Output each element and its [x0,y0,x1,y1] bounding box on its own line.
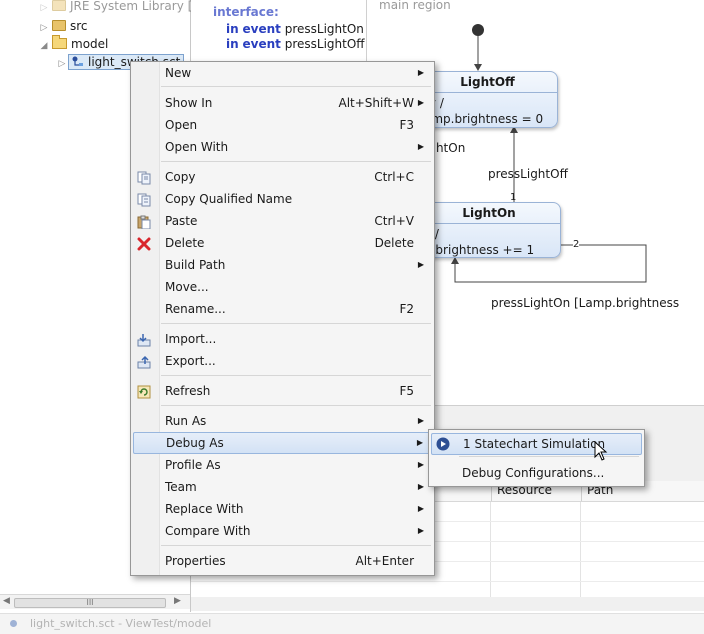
menu-item-team[interactable]: Team ▶ [131,476,434,498]
state-action: p.brightness += 1 [424,243,535,257]
menu-item-import[interactable]: Import... [131,328,434,350]
scroll-grip: III [86,598,94,607]
import-icon [137,332,151,347]
status-file-icon [10,620,17,627]
run-simulation-icon [436,437,450,451]
menu-item-build-path[interactable]: Build Path ▶ [131,254,434,276]
explorer-horizontal-scrollbar[interactable]: ◀ III ▶ [0,594,190,609]
submenu-arrow-icon: ▶ [417,260,424,269]
tree-item-model[interactable]: ◢ model [38,35,108,53]
menu-separator [161,323,431,324]
menu-item-export[interactable]: Export... [131,350,434,372]
event-line-1: in event pressLightOn [226,22,364,36]
menu-item-refresh[interactable]: Refresh F5 [131,380,434,402]
tree-item-label: src [70,19,88,33]
interface-keyword: interface: [213,5,279,19]
transition-priority-2: 2 [573,239,580,250]
menu-separator [161,161,431,162]
state-name: LightOn [462,206,516,220]
expand-arrow-icon[interactable]: ▷ [56,55,68,73]
tree-item-label: model [71,37,109,51]
export-icon [137,354,151,369]
paste-icon [137,214,151,230]
menu-item-run-as[interactable]: Run As ▶ [131,410,434,432]
menu-item-open-with[interactable]: Open With ▶ [131,136,434,158]
submenu-arrow-icon: ▶ [416,438,423,447]
submenu-arrow-icon: ▶ [417,416,424,425]
menu-item-profile-as[interactable]: Profile As ▶ [131,454,434,476]
state-lighton[interactable]: LightOn y / p.brightness += 1 [417,202,561,258]
scroll-thumb[interactable]: III [14,598,166,608]
transition-priority-1: 1 [510,192,517,203]
submenu-arrow-icon: ▶ [417,98,424,107]
debug-as-submenu: 1 Statechart Simulation Debug Configurat… [428,429,645,487]
state-name: LightOff [460,75,515,89]
submenu-arrow-icon: ▶ [417,504,424,513]
copy-qualified-icon [137,192,151,207]
keyword-in: in [226,37,239,51]
submenu-arrow-icon: ▶ [417,68,424,77]
package-folder-icon [52,20,66,31]
submenu-arrow-icon: ▶ [417,482,424,491]
submenu-label: 1 Statechart Simulation [463,437,606,451]
copy-icon [137,170,151,185]
submenu-arrow-icon: ▶ [417,526,424,535]
statechart-file-icon [72,54,84,66]
menu-item-debug-as[interactable]: Debug As ▶ [133,432,432,454]
menu-item-properties[interactable]: Properties Alt+Enter [131,550,434,572]
menu-separator [459,456,639,457]
menu-item-move[interactable]: Move... [131,276,434,298]
state-action: amp.brightness = 0 [424,112,544,126]
folder-open-icon [52,35,67,49]
tree-item-src[interactable]: ▷ src [38,17,88,35]
submenu-item-debug-configurations[interactable]: Debug Configurations... [429,462,644,484]
submenu-item-statechart-simulation[interactable]: 1 Statechart Simulation [431,433,642,455]
state-entry: ry / [424,96,444,110]
expand-arrow-icon[interactable]: ▷ [38,0,50,17]
state-lightoff[interactable]: LightOff ry / amp.brightness = 0 [417,71,558,128]
menu-item-compare-with[interactable]: Compare With ▶ [131,520,434,542]
menu-item-rename[interactable]: Rename... F2 [131,298,434,320]
menu-item-paste[interactable]: Paste Ctrl+V [131,210,434,232]
library-icon [52,0,66,11]
menu-item-replace-with[interactable]: Replace With ▶ [131,498,434,520]
event-name: pressLightOff [284,37,365,51]
menu-item-delete[interactable]: Delete Delete [131,232,434,254]
refresh-icon [137,384,151,399]
menu-separator [161,405,431,406]
menu-item-copy[interactable]: Copy Ctrl+C [131,166,434,188]
menu-item-show-in[interactable]: Show In Alt+Shift+W ▶ [131,92,434,114]
collapse-arrow-icon[interactable]: ◢ [38,37,50,55]
menu-separator [161,545,431,546]
keyword-event: event [242,37,281,51]
submenu-arrow-icon: ▶ [417,142,424,151]
delete-icon [137,236,151,251]
transition-label-off: pressLightOff [488,167,568,181]
scroll-right-icon[interactable]: ▶ [174,596,181,606]
state-entry: y / [424,227,439,241]
event-line-2: in event pressLightOff [226,37,365,51]
menu-separator [161,375,431,376]
menu-item-new[interactable]: New ▶ [131,62,434,84]
menu-item-open[interactable]: Open F3 [131,114,434,136]
keyword-event: event [242,22,281,36]
menu-separator [161,86,431,87]
context-menu: New ▶ Show In Alt+Shift+W ▶ Open F3 Open Wit… [130,61,435,576]
event-name: pressLightOn [284,22,364,36]
submenu-arrow-icon: ▶ [417,460,424,469]
mouse-cursor-icon [594,441,608,461]
menu-item-copy-qualified-name[interactable]: Copy Qualified Name [131,188,434,210]
transition-label-self: pressLightOn [Lamp.brightness [491,296,680,310]
keyword-in: in [226,22,239,36]
submenu-label: Debug Configurations... [462,466,605,480]
status-bar: light_switch.sct - ViewTest/model [0,613,704,634]
scroll-left-icon[interactable]: ◀ [3,596,10,606]
status-text: light_switch.sct - ViewTest/model [30,617,212,630]
